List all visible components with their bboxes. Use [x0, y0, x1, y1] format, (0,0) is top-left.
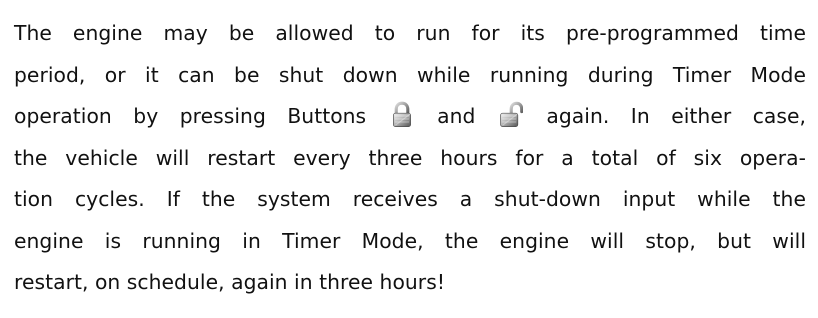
lock-closed-icon	[390, 101, 414, 129]
paragraph-line-3-middle: and	[437, 104, 476, 128]
paragraph-line-3: operation by pressing Buttons and again.…	[14, 96, 806, 138]
paragraph-line-6: engine is running in Timer Mode, the eng…	[14, 228, 806, 253]
paragraph-line-3-end: again. In either case,	[546, 104, 807, 128]
paragraph-line-2: period, or it can be shut down while run…	[14, 62, 806, 87]
paragraph-line-4: the vehicle will restart every three hou…	[14, 145, 806, 170]
lock-open-icon	[499, 101, 523, 129]
paragraph-line-1: The engine may be allowed to run for its…	[14, 21, 806, 45]
timer-mode-paragraph: The engine may be allowed to run for its…	[14, 13, 806, 304]
document-page: The engine may be allowed to run for its…	[0, 0, 818, 318]
paragraph-line-5: tion cycles. If the system receives a sh…	[14, 187, 806, 211]
paragraph-line-7: restart, on schedule, again in three hou…	[14, 270, 445, 294]
paragraph-line-3-start: operation by pressing Buttons	[14, 104, 367, 128]
